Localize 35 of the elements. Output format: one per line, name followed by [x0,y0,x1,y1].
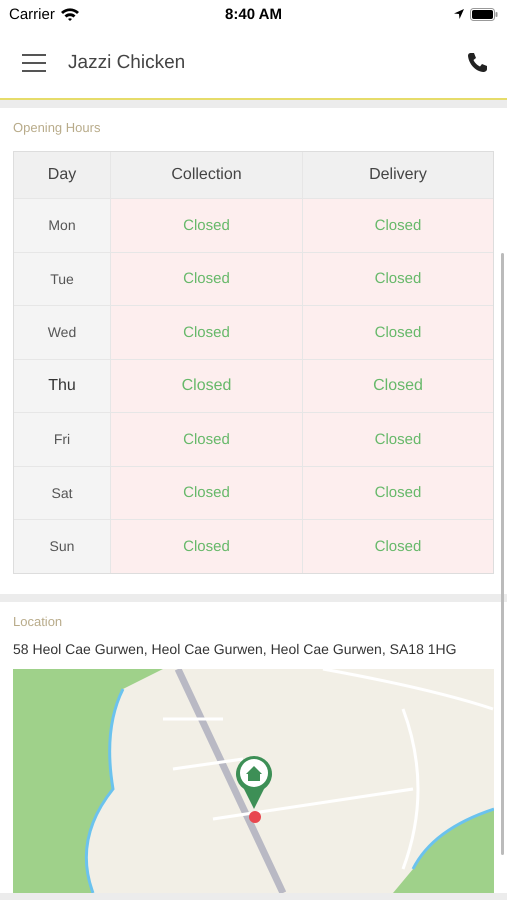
day-cell: Wed [14,306,110,358]
delivery-cell: Closed [302,306,493,358]
collection-cell: Closed [110,520,302,572]
collection-cell: Closed [110,466,302,519]
carrier-label: Carrier [9,6,55,22]
restaurant-title: Jazzi Chicken [68,52,186,74]
delivery-cell: Closed [302,520,493,572]
phone-button[interactable] [465,51,489,75]
battery-icon [470,8,498,20]
section-title: Location [13,614,64,628]
column-header: Collection [110,152,302,198]
status-time: 8:40 AM [225,6,282,22]
column-header: Day [46,165,78,185]
day-cell: Sat [14,466,110,519]
section-title: Opening Hours [13,120,102,135]
day-cell: Mon [14,199,110,252]
delivery-cell: Closed [302,466,493,519]
collection-cell: Closed [110,252,302,305]
day-cell: Tue [14,252,110,305]
column-header: Delivery [302,152,493,198]
collection-cell: Closed [110,360,302,412]
location-arrow-icon [453,8,465,20]
day-cell: Sun [14,520,110,572]
collection-cell: Closed [110,306,302,358]
delivery-cell: Closed [302,199,493,252]
collection-cell: Closed [110,199,302,252]
delivery-cell: Closed [302,413,493,466]
menu-button[interactable] [22,54,46,72]
day-cell: Thu [14,360,110,412]
day-cell: Fri [14,413,110,466]
collection-cell: Closed [110,413,302,466]
delivery-cell: Closed [302,252,493,305]
address-text: 58 Heol Cae Gurwen, Heol Cae Gurwen, Heol Cae Gurwen, SA18 1HG [13,640,458,656]
delivery-cell: Closed [302,360,493,412]
wifi-icon [60,7,80,21]
